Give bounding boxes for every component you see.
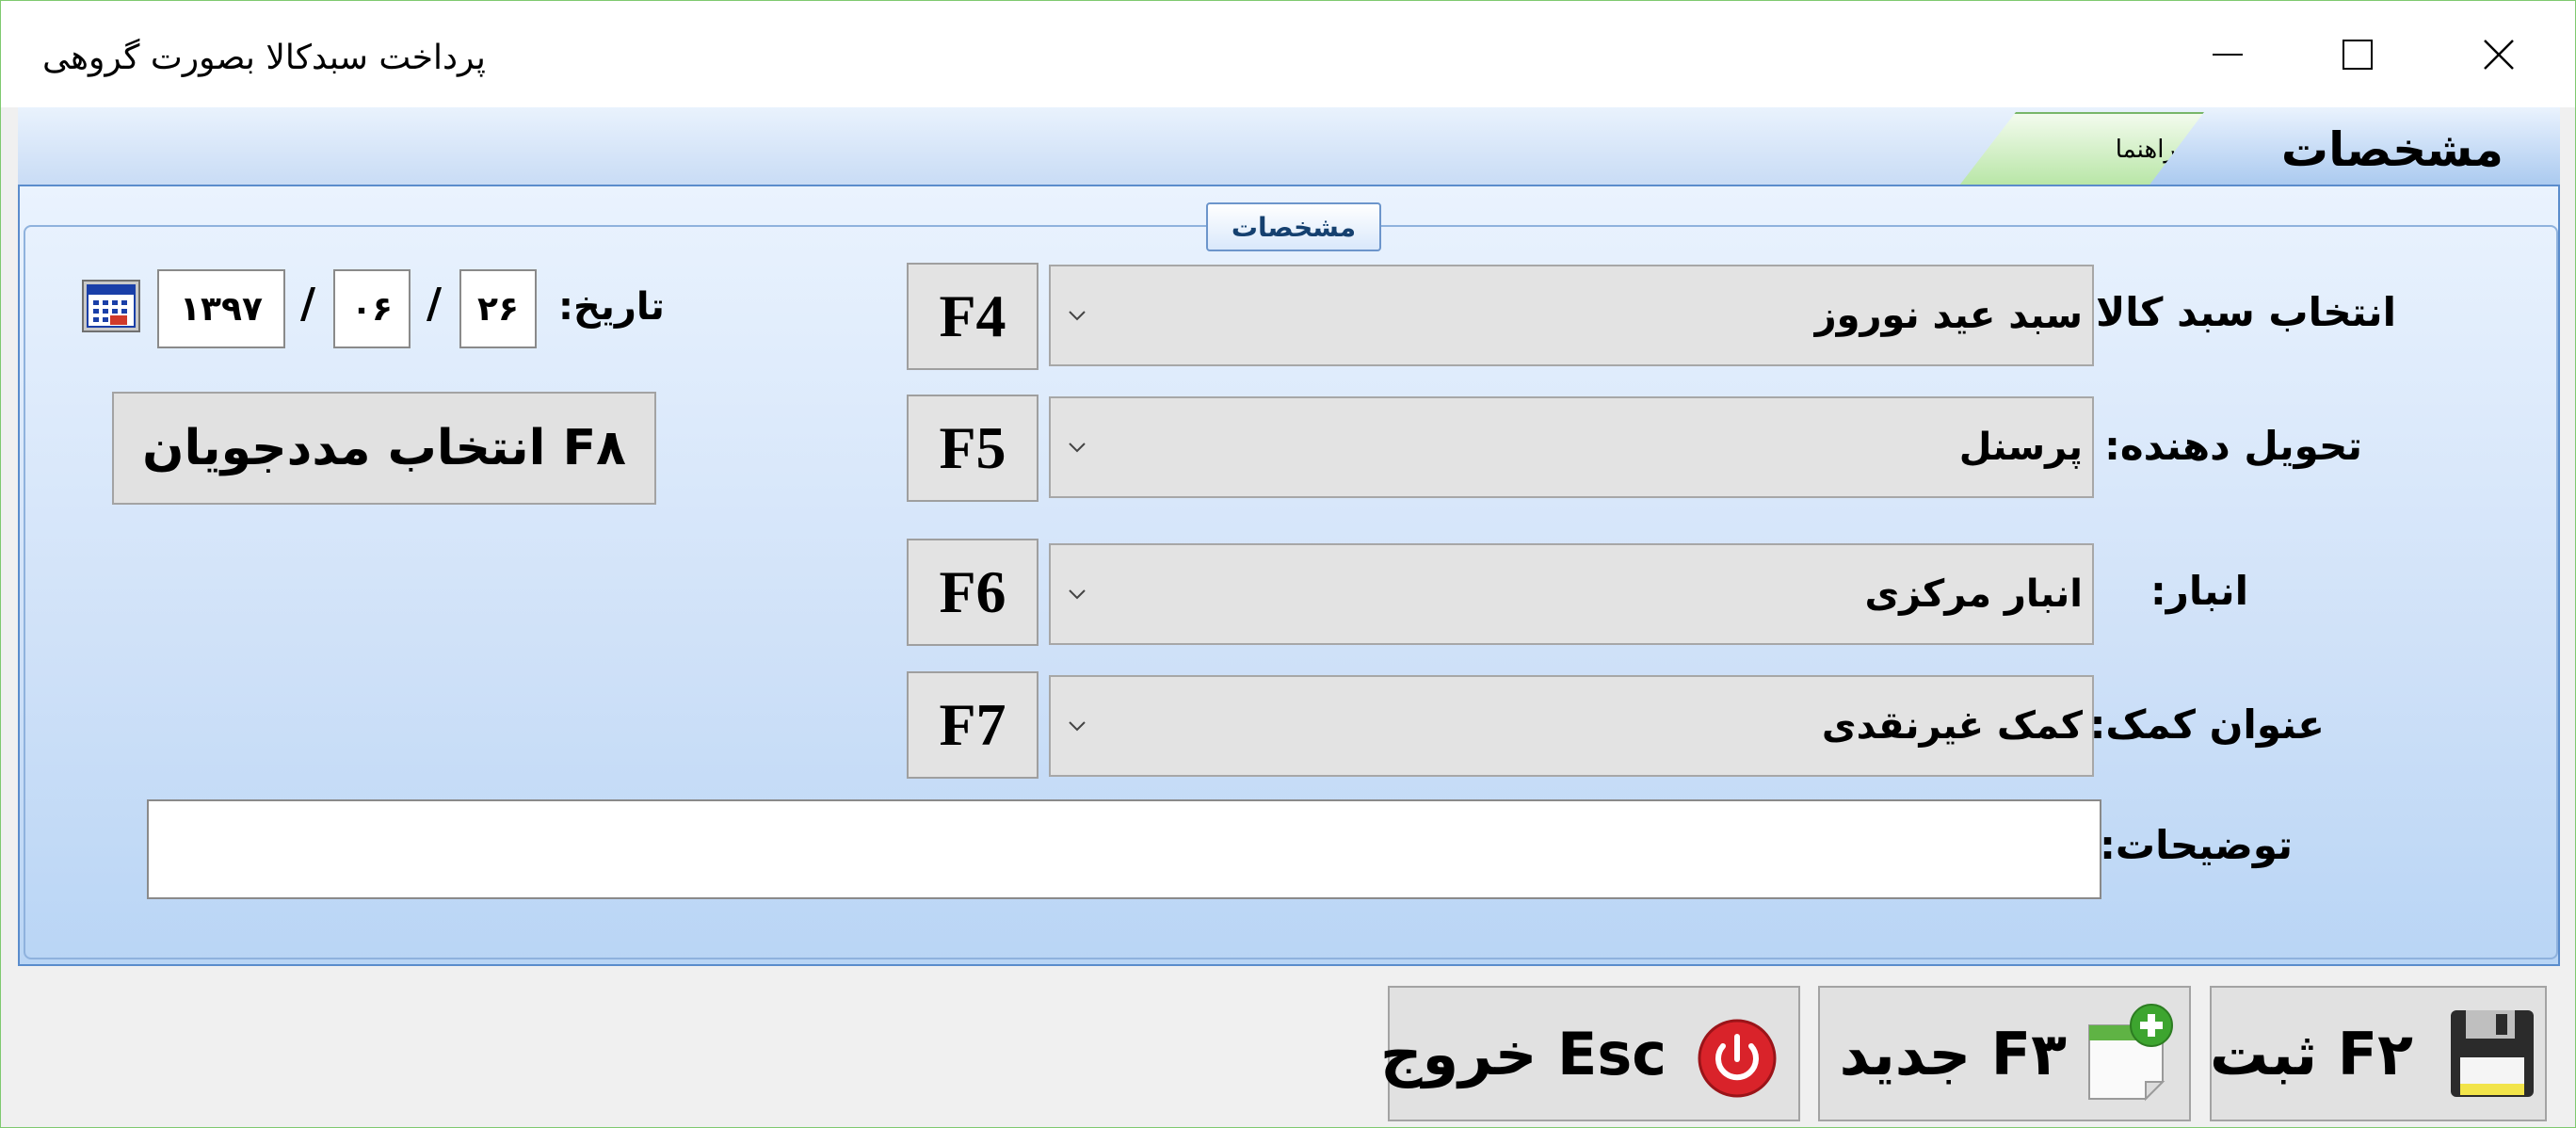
deliverer-select[interactable]: پرسنل [1049, 396, 2094, 498]
chevron-down-icon[interactable] [1058, 398, 1096, 496]
new-button[interactable]: جدید F۳ [1818, 986, 2191, 1121]
power-icon [1697, 1018, 1778, 1103]
app-window: پرداخت سبدکالا بصورت گروهی راهنما مشخصات… [0, 0, 2576, 1128]
deliverer-value: پرسنل [1958, 426, 2083, 469]
tab-details[interactable]: مشخصات [2148, 112, 2560, 187]
aid-title-label: عنوان کمک: [2089, 701, 2325, 748]
aid-title-lookup-button[interactable]: F7 [907, 671, 1038, 779]
save-button[interactable]: ثبت F۲ [2210, 986, 2547, 1121]
save-icon [2449, 1008, 2536, 1103]
basket-label: انتخاب سبد کالا: [2080, 289, 2396, 335]
date-day-field[interactable]: ۲۶ [459, 269, 537, 348]
maximize-button[interactable] [2287, 1, 2428, 107]
warehouse-select[interactable]: انبار مرکزی [1049, 543, 2094, 645]
close-icon [2484, 39, 2514, 70]
chevron-down-icon[interactable] [1058, 677, 1096, 775]
date-separator: / [300, 280, 316, 328]
date-separator: / [427, 280, 443, 328]
description-label: توضیحات: [2100, 822, 2293, 868]
deliverer-lookup-button[interactable]: F5 [907, 395, 1038, 502]
basket-value: سبد عید نوروز [1814, 294, 2083, 337]
chevron-down-icon[interactable] [1058, 266, 1096, 364]
minimize-button[interactable] [2157, 1, 2298, 107]
basket-lookup-button[interactable]: F4 [907, 263, 1038, 370]
new-document-icon [2084, 1003, 2178, 1106]
maximize-icon [2343, 39, 2373, 70]
select-students-button[interactable]: F۸ انتخاب مددجویان [112, 392, 656, 505]
exit-button[interactable]: خروج Esc [1380, 986, 1800, 1121]
calendar-icon [82, 280, 140, 332]
window-title: پرداخت سبدکالا بصورت گروهی [42, 39, 486, 77]
group-title: مشخصات [1206, 202, 1381, 251]
new-label: جدید F۳ [1839, 1019, 2067, 1088]
warehouse-lookup-button[interactable]: F6 [907, 539, 1038, 646]
exit-label: خروج Esc [1379, 1019, 1666, 1088]
minimize-icon [2213, 53, 2243, 56]
close-button[interactable] [2428, 1, 2569, 107]
calendar-button[interactable] [82, 280, 140, 332]
chevron-down-icon[interactable] [1058, 545, 1096, 643]
description-input[interactable] [147, 799, 2101, 899]
date-label: تاریخ: [558, 285, 665, 329]
aid-title-value: کمک غیرنقدی [1821, 704, 2083, 748]
warehouse-value: انبار مرکزی [1864, 572, 2083, 616]
aid-title-select[interactable]: کمک غیرنقدی [1049, 675, 2094, 777]
deliverer-label: تحویل دهنده: [2104, 423, 2362, 469]
title-bar: پرداخت سبدکالا بصورت گروهی [1, 1, 2575, 107]
date-month-field[interactable]: ۰۶ [333, 269, 411, 348]
save-label: ثبت F۲ [2209, 1019, 2413, 1088]
basket-select[interactable]: سبد عید نوروز [1049, 265, 2094, 366]
warehouse-label: انبار: [2149, 568, 2248, 614]
date-year-field[interactable]: ۱۳۹۷ [157, 269, 285, 348]
